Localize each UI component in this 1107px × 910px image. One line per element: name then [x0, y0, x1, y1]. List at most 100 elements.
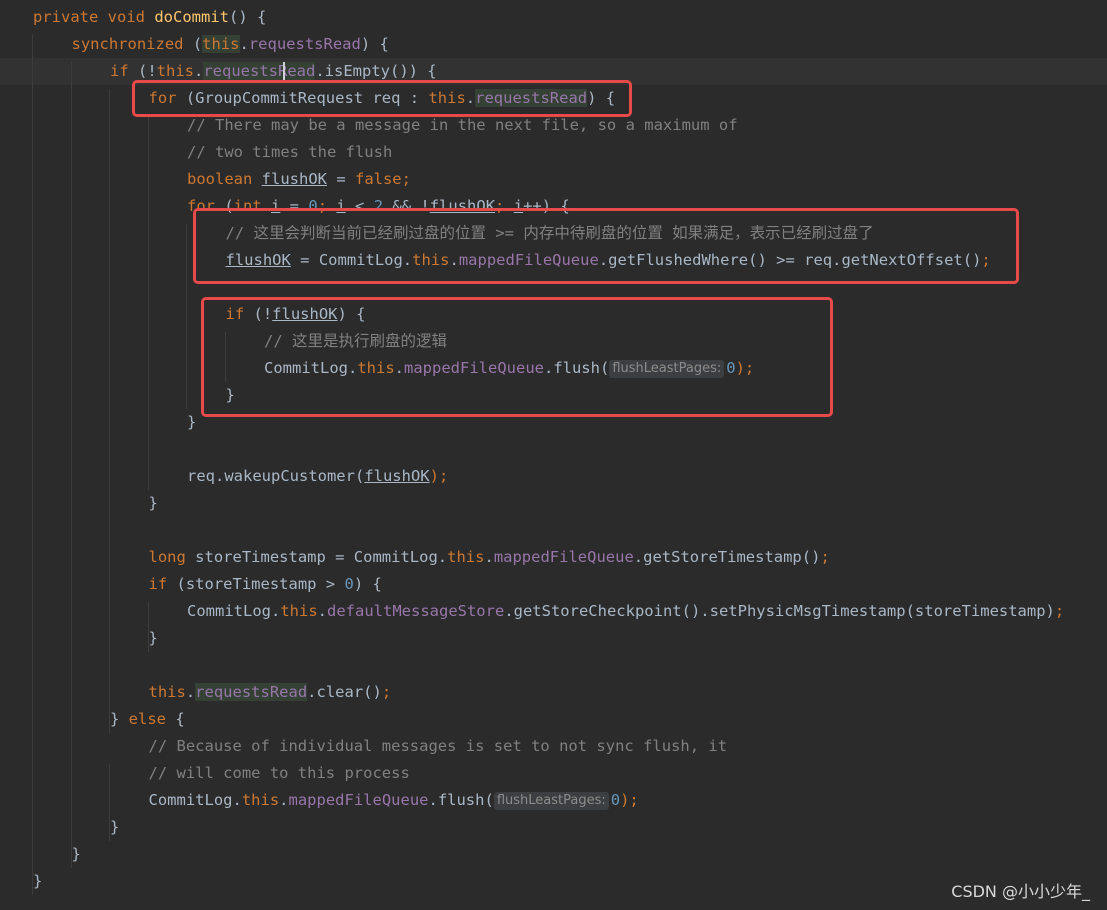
- code-token: ;: [1054, 602, 1065, 620]
- code-token: false: [354, 170, 402, 188]
- code-token: (: [192, 35, 203, 53]
- code-token: ) {: [353, 575, 382, 593]
- code-token: (!: [138, 62, 157, 80]
- code-token: this: [241, 791, 280, 809]
- code-token: ;: [401, 170, 411, 188]
- code-token: else: [128, 710, 176, 728]
- code-line[interactable]: } else {: [0, 706, 1107, 733]
- code-token: doCommit: [154, 8, 229, 26]
- code-token: }: [33, 872, 43, 890]
- code-token: =: [326, 170, 355, 188]
- code-line[interactable]: // Because of individual messages is set…: [0, 733, 1107, 760]
- code-token: this: [156, 62, 194, 80]
- indent-guide: [70, 62, 72, 868]
- code-token: CommitLog.: [187, 602, 281, 620]
- code-token: this: [280, 602, 318, 620]
- text-caret: [283, 62, 285, 81]
- code-token: .: [185, 683, 196, 701]
- code-token: 0: [610, 791, 621, 809]
- code-token: // There may be a message in the next fi…: [187, 116, 738, 134]
- code-token: }: [110, 710, 129, 728]
- code-line[interactable]: [0, 652, 1107, 679]
- code-line[interactable]: private void doCommit() {: [0, 4, 1107, 31]
- code-token: CommitLog.: [148, 791, 242, 809]
- code-token: requestsRead: [248, 35, 361, 53]
- code-line[interactable]: [0, 517, 1107, 544]
- annotation-box-flush-call: [201, 297, 833, 417]
- code-token: .: [279, 791, 289, 809]
- code-token: );: [620, 791, 639, 809]
- indent-guide: [32, 35, 33, 895]
- code-token: mappedFileQueue: [493, 548, 634, 566]
- code-token: ) {: [360, 35, 389, 53]
- code-line[interactable]: synchronized (this.requestsRead) {: [0, 31, 1107, 58]
- code-token: }: [148, 629, 158, 647]
- code-token: .: [484, 548, 494, 566]
- code-token: if: [110, 62, 138, 80]
- code-line[interactable]: }: [0, 490, 1107, 517]
- code-token: long: [148, 548, 196, 566]
- code-token: .: [194, 62, 204, 80]
- code-token: 0: [344, 575, 354, 593]
- code-token: // Because of individual messages is set…: [148, 737, 728, 755]
- code-line[interactable]: }: [0, 814, 1107, 841]
- code-token: ;: [381, 683, 392, 701]
- indent-guide: [109, 89, 110, 733]
- code-line[interactable]: // will come to this process: [0, 760, 1107, 787]
- code-line[interactable]: boolean flushOK = false;: [0, 166, 1107, 193]
- code-token: requestsRead: [203, 62, 316, 80]
- code-token: // two times the flush: [187, 143, 393, 161]
- code-token: boolean: [187, 170, 262, 188]
- code-token: (storeTimestamp >: [176, 575, 345, 593]
- code-line[interactable]: }: [0, 868, 1107, 895]
- code-token: .isEmpty()) {: [315, 62, 437, 80]
- code-token: this: [148, 683, 186, 701]
- code-token: defaultMessageStore: [327, 602, 505, 620]
- code-token: this: [447, 548, 485, 566]
- code-token: .clear(): [307, 683, 382, 701]
- code-token: requestsRead: [195, 683, 308, 701]
- indent-guide: [109, 764, 110, 841]
- code-token: private void: [33, 8, 155, 26]
- code-token: ;: [820, 548, 830, 566]
- code-line[interactable]: CommitLog.this.mappedFileQueue.flush(flu…: [0, 787, 1107, 814]
- code-token: () {: [228, 8, 267, 26]
- annotation-box-flush-check: [193, 208, 1019, 284]
- code-token: {: [175, 710, 185, 728]
- code-token: }: [148, 494, 158, 512]
- code-line[interactable]: }: [0, 625, 1107, 652]
- code-token: mappedFileQueue: [288, 791, 429, 809]
- code-line[interactable]: if (storeTimestamp > 0) {: [0, 571, 1107, 598]
- code-token: req.wakeupCustomer(: [187, 467, 365, 485]
- code-line[interactable]: req.wakeupCustomer(flushOK);: [0, 463, 1107, 490]
- annotation-box-for-loop: [132, 80, 632, 117]
- code-token: this: [202, 35, 240, 53]
- code-token: synchronized: [71, 35, 193, 53]
- indent-guide: [186, 224, 187, 409]
- code-token: }: [187, 413, 197, 431]
- code-line[interactable]: this.requestsRead.clear();: [0, 679, 1107, 706]
- code-line[interactable]: }: [0, 841, 1107, 868]
- code-token: flushOK: [261, 170, 327, 188]
- code-token: if: [148, 575, 177, 593]
- indent-guide: [147, 602, 149, 652]
- code-token: storeTimestamp = CommitLog.: [195, 548, 448, 566]
- code-line[interactable]: long storeTimestamp = CommitLog.this.map…: [0, 544, 1107, 571]
- code-editor[interactable]: private void doCommit() {synchronized (t…: [0, 0, 1107, 910]
- code-line[interactable]: [0, 436, 1107, 463]
- indent-guide: [147, 116, 149, 490]
- code-token: );: [429, 467, 449, 485]
- code-token: .: [239, 35, 249, 53]
- code-token: flushOK: [364, 467, 430, 485]
- parameter-hint: flushLeastPages:: [493, 792, 609, 810]
- code-line[interactable]: CommitLog.this.defaultMessageStore.getSt…: [0, 598, 1107, 625]
- code-token: .flush(: [428, 791, 494, 809]
- code-token: .getStoreCheckpoint().setPhysicMsgTimest…: [504, 602, 1055, 620]
- watermark: CSDN @小小少年_: [951, 882, 1090, 901]
- code-token: // will come to this process: [148, 764, 410, 782]
- code-token: .getStoreTimestamp(): [633, 548, 821, 566]
- code-token: }: [110, 818, 120, 836]
- code-token: }: [71, 845, 81, 863]
- code-line[interactable]: // two times the flush: [0, 139, 1107, 166]
- code-token: .: [317, 602, 327, 620]
